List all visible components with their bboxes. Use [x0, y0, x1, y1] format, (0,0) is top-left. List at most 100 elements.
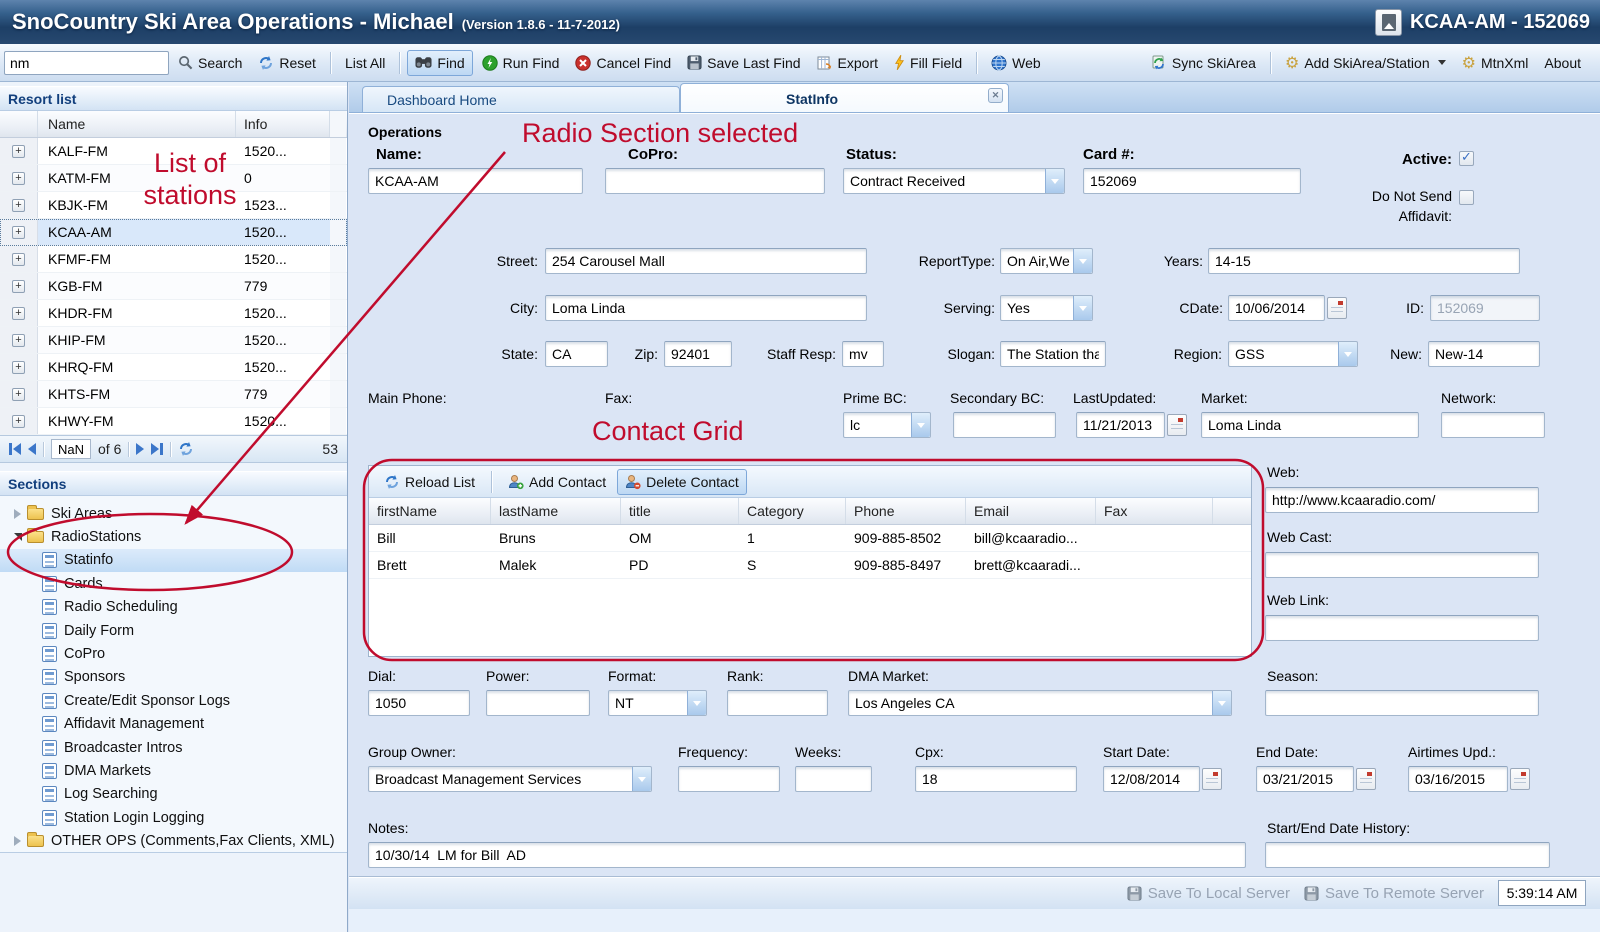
run-find-button[interactable]: Run Find: [475, 51, 567, 75]
search-input[interactable]: [4, 51, 169, 75]
cancel-find-button[interactable]: Cancel Find: [568, 51, 678, 75]
col-phone[interactable]: Phone: [846, 498, 966, 524]
street-field[interactable]: [545, 248, 867, 274]
tree-radio-scheduling[interactable]: Radio Scheduling: [0, 596, 347, 619]
season-field[interactable]: [1265, 690, 1539, 716]
fill-field-button[interactable]: Fill Field: [887, 51, 969, 75]
save-last-find-button[interactable]: Save Last Find: [680, 51, 807, 75]
resort-row[interactable]: +KFMF-FM1520...: [0, 246, 347, 273]
dropdown-arrow-icon[interactable]: [632, 767, 651, 791]
tree-statinfo[interactable]: Statinfo: [0, 549, 347, 572]
dial-field[interactable]: [368, 690, 470, 716]
tab-statinfo[interactable]: StatInfo ✕: [680, 83, 1009, 113]
copro-field[interactable]: [605, 168, 825, 194]
expand-icon[interactable]: +: [12, 388, 25, 401]
state-field[interactable]: [545, 341, 608, 367]
do-not-send-checkbox[interactable]: [1459, 190, 1474, 205]
start-date-field[interactable]: [1103, 766, 1200, 792]
weeks-field[interactable]: [795, 766, 872, 792]
close-tab-icon[interactable]: ✕: [988, 88, 1003, 103]
web-cast-field[interactable]: [1265, 552, 1539, 578]
resort-row[interactable]: +KHTS-FM779: [0, 381, 347, 408]
tab-dashboard-home[interactable]: Dashboard Home: [362, 86, 680, 113]
dropdown-arrow-icon[interactable]: [1045, 169, 1064, 193]
col-fax[interactable]: Fax: [1096, 498, 1213, 524]
active-checkbox[interactable]: [1459, 151, 1474, 166]
expand-icon[interactable]: +: [12, 361, 25, 374]
tree-broadcaster-intros[interactable]: Broadcaster Intros: [0, 736, 347, 759]
dropdown-arrow-icon[interactable]: [1338, 342, 1357, 366]
reset-button[interactable]: Reset: [251, 51, 323, 75]
tree-cards[interactable]: Cards: [0, 572, 347, 595]
dropdown-arrow-icon[interactable]: [1212, 691, 1231, 715]
end-date-calendar-icon[interactable]: [1356, 768, 1376, 790]
tree-station-login-logging[interactable]: Station Login Logging: [0, 806, 347, 829]
staff-resp-field[interactable]: [842, 341, 884, 367]
last-updated-calendar-icon[interactable]: [1167, 414, 1187, 436]
resort-row[interactable]: +KGB-FM779: [0, 273, 347, 300]
collapsed-twisty-icon[interactable]: [14, 509, 21, 519]
export-button[interactable]: Export: [810, 51, 885, 75]
contact-row[interactable]: Bill Bruns OM 1 909-885-8502 bill@kcaara…: [369, 525, 1251, 552]
cdate-field[interactable]: [1228, 295, 1325, 321]
find-button[interactable]: Find: [407, 50, 472, 76]
expand-icon[interactable]: +: [12, 253, 25, 266]
page-number-input[interactable]: [51, 439, 91, 459]
tree-other-ops[interactable]: OTHER OPS (Comments,Fax Clients, XML): [0, 829, 347, 852]
web-field[interactable]: [1265, 487, 1539, 513]
col-email[interactable]: Email: [966, 498, 1096, 524]
tree-dma-markets[interactable]: DMA Markets: [0, 759, 347, 782]
end-date-field[interactable]: [1256, 766, 1354, 792]
report-type-dropdown[interactable]: On Air,Web: [1000, 248, 1093, 274]
rank-field[interactable]: [727, 690, 828, 716]
new-field[interactable]: [1428, 341, 1540, 367]
refresh-list-icon[interactable]: [178, 441, 194, 457]
col-title[interactable]: title: [621, 498, 739, 524]
tree-sponsors[interactable]: Sponsors: [0, 666, 347, 689]
resort-row[interactable]: +KHRQ-FM1520...: [0, 354, 347, 381]
cpx-field[interactable]: [915, 766, 1077, 792]
expand-icon[interactable]: +: [12, 145, 25, 158]
about-button[interactable]: About: [1537, 51, 1588, 75]
add-contact-button[interactable]: Add Contact: [501, 470, 613, 494]
next-page-button[interactable]: [136, 443, 144, 455]
add-skiarea-station-button[interactable]: ⚙ Add SkiArea/Station: [1278, 51, 1453, 75]
col-firstname[interactable]: firstName: [369, 498, 491, 524]
mtnxml-button[interactable]: ⚙ MtnXml: [1455, 51, 1536, 75]
expand-icon[interactable]: +: [12, 199, 25, 212]
expand-icon[interactable]: +: [12, 172, 25, 185]
resort-row-selected[interactable]: +KCAA-AM1520...: [0, 219, 347, 246]
cdate-calendar-icon[interactable]: [1327, 297, 1347, 319]
tree-log-searching[interactable]: Log Searching: [0, 783, 347, 806]
delete-contact-button[interactable]: Delete Contact: [617, 469, 747, 495]
card-number-field[interactable]: [1083, 168, 1301, 194]
airtimes-calendar-icon[interactable]: [1510, 768, 1530, 790]
date-history-field[interactable]: [1265, 842, 1550, 868]
resort-row[interactable]: +KHIP-FM1520...: [0, 327, 347, 354]
network-field[interactable]: [1441, 412, 1545, 438]
save-local-button[interactable]: Save To Local Server: [1127, 885, 1290, 902]
prime-bc-dropdown[interactable]: lc: [843, 412, 931, 438]
reload-list-button[interactable]: Reload List: [377, 470, 482, 494]
last-updated-field[interactable]: [1076, 412, 1165, 438]
dropdown-arrow-icon[interactable]: [687, 691, 706, 715]
expand-icon[interactable]: +: [12, 415, 25, 428]
dma-market-dropdown[interactable]: Los Angeles CA: [848, 690, 1232, 716]
expanded-twisty-icon[interactable]: [14, 533, 22, 541]
dropdown-arrow-icon[interactable]: [911, 413, 930, 437]
last-page-button[interactable]: [151, 443, 163, 455]
dropdown-arrow-icon[interactable]: [1073, 249, 1092, 273]
tree-affidavit-management[interactable]: Affidavit Management: [0, 713, 347, 736]
notes-field[interactable]: [368, 842, 1246, 868]
first-page-button[interactable]: [9, 443, 21, 455]
serving-dropdown[interactable]: Yes: [1000, 295, 1093, 321]
name-field[interactable]: [368, 168, 583, 194]
col-name[interactable]: Name: [38, 111, 236, 137]
list-all-button[interactable]: List All: [338, 51, 392, 75]
col-lastname[interactable]: lastName: [491, 498, 621, 524]
market-field[interactable]: [1201, 412, 1419, 438]
col-info[interactable]: Info: [236, 111, 330, 137]
tree-daily-form[interactable]: Daily Form: [0, 619, 347, 642]
prev-page-button[interactable]: [28, 443, 36, 455]
frequency-field[interactable]: [678, 766, 780, 792]
